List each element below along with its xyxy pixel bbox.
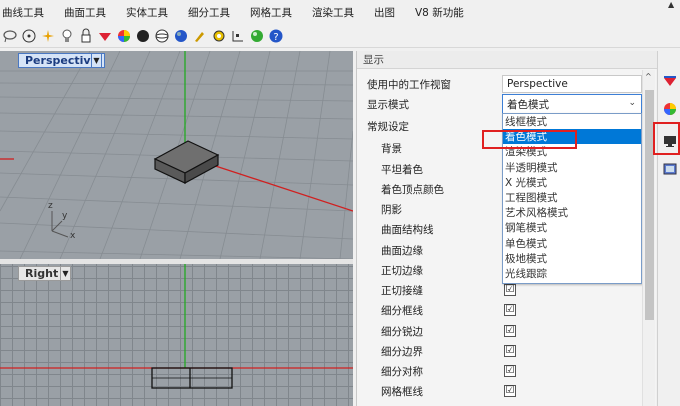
setting-tangent-edges: 正切边缘 bbox=[381, 264, 423, 277]
setting-surface-edges: 曲面边缘 bbox=[381, 244, 423, 257]
help-icon[interactable]: ? bbox=[267, 27, 284, 44]
menu-subd-tools[interactable]: 细分工具 bbox=[188, 5, 230, 20]
blue-sphere-icon[interactable] bbox=[172, 27, 189, 44]
circle-dot-icon[interactable] bbox=[20, 27, 37, 44]
svg-text:?: ? bbox=[273, 32, 278, 43]
chevron-down-icon[interactable]: ▼ bbox=[60, 266, 71, 281]
menu-surface-tools[interactable]: 曲面工具 bbox=[64, 5, 106, 20]
option-ghosted[interactable]: 半透明模式 bbox=[503, 160, 641, 175]
highlight-box-display-tab bbox=[653, 122, 680, 155]
chevron-up-icon[interactable]: ^ bbox=[645, 72, 652, 81]
general-settings-label: 常规设定 bbox=[367, 120, 409, 133]
setting-surface-isocurves: 曲面结构线 bbox=[381, 223, 434, 236]
chevron-up-icon[interactable]: ▲ bbox=[668, 0, 674, 9]
chevron-down-icon[interactable]: ▼ bbox=[91, 53, 102, 68]
active-viewport-label: 使用中的工作视窗 bbox=[367, 78, 451, 91]
display-mode-select[interactable]: 着色模式 ⌄ bbox=[502, 94, 642, 114]
bulb-icon[interactable] bbox=[58, 27, 75, 44]
right-viewport[interactable]: Right ▼ bbox=[0, 264, 353, 406]
sparkle-icon[interactable] bbox=[39, 27, 56, 44]
perspective-grid bbox=[0, 51, 353, 259]
menu-curve-tools[interactable]: 曲线工具 bbox=[2, 5, 44, 20]
lock-icon[interactable] bbox=[77, 27, 94, 44]
chevron-down-icon: ⌄ bbox=[628, 98, 636, 108]
checkbox-subd-symmetry[interactable]: ☑ bbox=[504, 365, 516, 377]
lasso-icon[interactable] bbox=[1, 27, 18, 44]
setting-vertex-colors: 着色顶点颜色 bbox=[381, 183, 444, 196]
color-wheel-icon[interactable] bbox=[115, 27, 132, 44]
option-technical[interactable]: 工程图模式 bbox=[503, 190, 641, 205]
setting-subd-borders: 细分边界 bbox=[381, 345, 423, 358]
checkbox-subd-borders[interactable]: ☑ bbox=[504, 345, 516, 357]
toolbar: ? bbox=[0, 24, 680, 48]
side-panel-tabs bbox=[657, 51, 680, 406]
checkbox-mesh-wireframe[interactable]: ☑ bbox=[504, 385, 516, 397]
grid-snap-icon[interactable] bbox=[229, 27, 246, 44]
panel-scrollbar[interactable]: ^ bbox=[642, 70, 655, 406]
active-viewport-value: Perspective bbox=[502, 75, 642, 93]
axis-x-label: x bbox=[70, 231, 76, 241]
setting-subd-symmetry: 细分对称 bbox=[381, 365, 423, 378]
paint-icon[interactable] bbox=[96, 27, 113, 44]
display-mode-value: 着色模式 bbox=[507, 98, 549, 111]
setting-flat-shading: 平坦着色 bbox=[381, 163, 423, 176]
gear-pattern-icon[interactable] bbox=[210, 27, 227, 44]
sphere-wire-icon[interactable] bbox=[153, 27, 170, 44]
option-arctic[interactable]: 极地模式 bbox=[503, 251, 641, 266]
option-artistic[interactable]: 艺术风格模式 bbox=[503, 205, 641, 220]
axis-z-label: z bbox=[48, 201, 53, 211]
display-mode-label: 显示模式 bbox=[367, 98, 409, 111]
setting-mesh-wireframe: 网格框线 bbox=[381, 385, 423, 398]
axis-y-label: y bbox=[62, 211, 68, 221]
option-monochrome[interactable]: 单色模式 bbox=[503, 236, 641, 251]
right-viewport-geometry bbox=[0, 264, 353, 389]
color-wheel-icon[interactable] bbox=[662, 101, 678, 117]
menu-render-tools[interactable]: 渲染工具 bbox=[312, 5, 354, 20]
setting-shadows: 阴影 bbox=[381, 203, 402, 216]
material-sphere-icon[interactable] bbox=[248, 27, 265, 44]
setting-subd-creases: 细分锐边 bbox=[381, 325, 423, 338]
setting-subd-wireframe: 细分框线 bbox=[381, 304, 423, 317]
menu-bar: 曲线工具 曲面工具 实体工具 细分工具 网格工具 渲染工具 出图 V8 新功能 bbox=[0, 0, 680, 24]
viewport-title-right[interactable]: Right bbox=[18, 266, 66, 281]
panel-header: 显示 bbox=[357, 51, 657, 69]
option-raytraced[interactable]: 光线跟踪 bbox=[503, 266, 641, 281]
setting-tangent-seams: 正切接缝 bbox=[381, 284, 423, 297]
menu-mesh-tools[interactable]: 网格工具 bbox=[250, 5, 292, 20]
highlight-box-shaded bbox=[482, 130, 577, 149]
display-panel: 显示 使用中的工作视窗 Perspective 显示模式 着色模式 ⌄ 常规设定… bbox=[356, 51, 657, 406]
brush-icon[interactable] bbox=[191, 27, 208, 44]
option-wireframe[interactable]: 线框模式 bbox=[503, 114, 641, 129]
checkbox-subd-wireframe[interactable]: ☑ bbox=[504, 304, 516, 316]
menu-solid-tools[interactable]: 实体工具 bbox=[126, 5, 168, 20]
dark-sphere-icon[interactable] bbox=[134, 27, 151, 44]
option-pen[interactable]: 钢笔模式 bbox=[503, 220, 641, 235]
image-icon[interactable] bbox=[662, 161, 678, 177]
option-xray[interactable]: X 光模式 bbox=[503, 175, 641, 190]
perspective-viewport[interactable]: z y x Perspective ▼ bbox=[0, 51, 353, 259]
setting-background: 背景 bbox=[381, 142, 402, 155]
checkbox-subd-creases[interactable]: ☑ bbox=[504, 325, 516, 337]
checkbox-tangent-seams[interactable]: ☑ bbox=[504, 284, 516, 296]
material-icon[interactable] bbox=[662, 73, 678, 89]
menu-v8-features[interactable]: V8 新功能 bbox=[415, 5, 464, 20]
menu-drafting[interactable]: 出图 bbox=[374, 5, 395, 20]
